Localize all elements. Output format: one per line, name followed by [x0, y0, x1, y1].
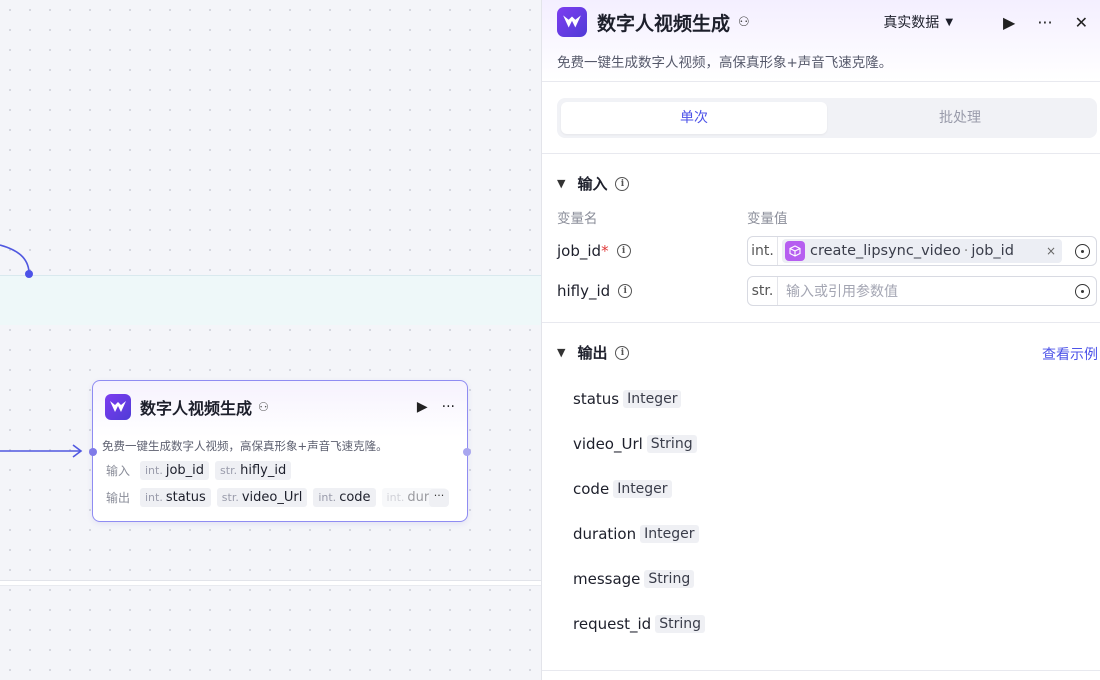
- divider: [542, 670, 1100, 671]
- node-output-chip: int. status: [140, 488, 211, 507]
- run-mode-tabs: 单次 批处理: [557, 98, 1097, 138]
- input-section-header[interactable]: ▼ 输入 i: [557, 173, 630, 194]
- node-output-chip: int. code: [313, 488, 376, 507]
- output-item: video_Url String: [573, 435, 697, 453]
- info-icon[interactable]: i: [618, 284, 633, 298]
- node-outputs-row: 输出 int. status str. video_Url int. code int…: [106, 488, 448, 507]
- node-input-chip: str. hifly_id: [215, 461, 292, 480]
- node-more-icon[interactable]: ···: [442, 399, 455, 415]
- clear-reference-icon[interactable]: ×: [1046, 244, 1056, 258]
- output-item: status Integer: [573, 390, 682, 408]
- workflow-canvas[interactable]: 数字人视频生成 ⚇ ▶ ··· 免费一键生成数字人视频，高保真形象+声音飞速克隆…: [0, 0, 541, 680]
- plugin-logo-icon: [557, 7, 587, 37]
- close-icon[interactable]: ✕: [1075, 13, 1088, 32]
- output-item: request_id String: [573, 615, 705, 633]
- chevron-down-icon: ▼: [557, 177, 566, 190]
- type-label: str.: [748, 277, 778, 305]
- tab-single[interactable]: 单次: [561, 102, 827, 134]
- cube-icon: [785, 241, 805, 261]
- col-value-header: 变量值: [747, 211, 788, 227]
- divider: [542, 322, 1100, 323]
- input-value-field[interactable]: int. create_lipsync_video · job_id ×: [747, 236, 1097, 266]
- info-icon[interactable]: i: [616, 244, 631, 258]
- type-badge: String: [644, 570, 695, 588]
- node-input-chip: int. job_id: [140, 461, 210, 480]
- node-output-label: 输出: [106, 491, 131, 505]
- view-example-link[interactable]: 查看示例: [1042, 344, 1098, 364]
- output-item: message String: [573, 570, 695, 588]
- info-icon[interactable]: i: [615, 176, 630, 191]
- input-value-field[interactable]: str. 输入或引用参数值: [747, 276, 1097, 306]
- node-input-port[interactable]: [89, 448, 97, 456]
- node-input-label: 输入: [106, 464, 131, 478]
- run-icon[interactable]: ▶: [1003, 13, 1015, 32]
- node-header: 数字人视频生成 ⚇ ▶ ···: [105, 394, 455, 420]
- tab-batch[interactable]: 批处理: [827, 102, 1093, 134]
- input-var-name: hifly_id i: [557, 282, 747, 300]
- chevron-down-icon: ▼: [557, 346, 566, 359]
- caret-down-icon: ▼: [945, 16, 954, 28]
- type-label: int.: [748, 237, 778, 265]
- type-badge: Integer: [640, 525, 699, 543]
- panel-header: 数字人视频生成 ⚇ 真实数据 ▼ ▶ ··· ✕ 免费一键生成数字人视频，高保真形…: [542, 0, 1100, 82]
- input-row-job-id: job_id * i int. create_lipsync_video · jo…: [557, 236, 1097, 266]
- type-badge: Integer: [623, 390, 682, 408]
- more-icon[interactable]: ···: [1037, 13, 1052, 32]
- input-var-name: job_id * i: [557, 242, 747, 260]
- panel-title: 数字人视频生成: [597, 12, 731, 35]
- node-output-chip: str. video_Url: [216, 488, 308, 507]
- edge-upper: [0, 244, 30, 273]
- divider: [542, 153, 1100, 154]
- reference-target-icon[interactable]: [1075, 283, 1090, 299]
- type-badge: Integer: [613, 480, 672, 498]
- type-badge: String: [655, 615, 705, 633]
- workflow-node[interactable]: 数字人视频生成 ⚇ ▶ ··· 免费一键生成数字人视频，高保真形象+声音飞速克隆…: [89, 380, 471, 522]
- node-detail-panel: 数字人视频生成 ⚇ 真实数据 ▼ ▶ ··· ✕ 免费一键生成数字人视频，高保真形…: [541, 0, 1100, 680]
- node-output-port[interactable]: [463, 448, 471, 456]
- node-title: 数字人视频生成: [140, 399, 253, 418]
- info-icon[interactable]: i: [615, 345, 630, 360]
- panel-description: 免费一键生成数字人视频，高保真形象+声音飞速克隆。: [557, 55, 893, 71]
- node-inputs-row: 输入 int. job_id str. hifly_id: [106, 461, 292, 480]
- type-badge: String: [646, 435, 697, 453]
- input-column-headers: 变量名 变量值: [557, 207, 788, 227]
- node-outputs-more-button[interactable]: ···: [429, 489, 449, 507]
- input-row-hifly-id: hifly_id i str. 输入或引用参数值: [557, 276, 1097, 306]
- connection-edges: [0, 244, 83, 458]
- node-run-icon[interactable]: ▶: [417, 399, 428, 415]
- edge-upper-port: [25, 270, 33, 278]
- output-section-header[interactable]: ▼ 输出 i: [557, 342, 630, 363]
- plugin-type-icon: ⚇: [258, 400, 269, 414]
- output-item: duration Integer: [573, 525, 699, 543]
- plugin-logo-icon: [105, 394, 131, 420]
- data-source-select[interactable]: 真实数据 ▼: [883, 12, 953, 32]
- plugin-type-icon: ⚇: [738, 14, 750, 30]
- node-description: 免费一键生成数字人视频，高保真形象+声音飞速克隆。: [102, 439, 388, 453]
- input-placeholder[interactable]: 输入或引用参数值: [786, 281, 898, 301]
- variable-reference-tag[interactable]: create_lipsync_video · job_id ×: [782, 239, 1062, 263]
- col-name-header: 变量名: [557, 211, 598, 227]
- output-item: code Integer: [573, 480, 672, 498]
- reference-target-icon[interactable]: [1075, 243, 1090, 259]
